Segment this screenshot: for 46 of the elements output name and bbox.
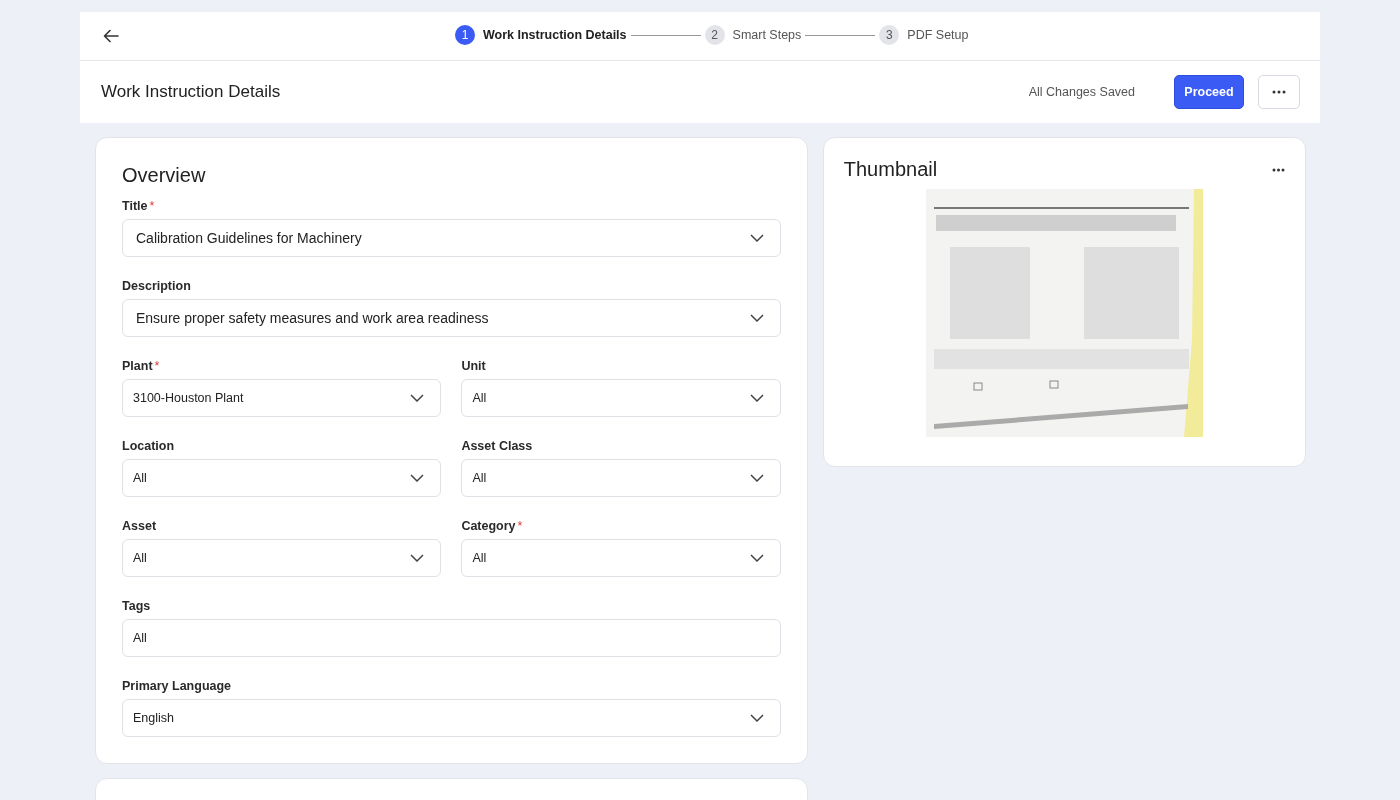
select-field[interactable]: English [122, 699, 781, 737]
back-arrow-icon[interactable] [102, 27, 120, 45]
more-options-icon[interactable] [1272, 167, 1285, 172]
select-field[interactable]: Calibration Guidelines for Machinery [122, 219, 781, 257]
chevron-down-icon [410, 554, 425, 562]
select-field[interactable]: Ensure proper safety measures and work area readiness [122, 299, 781, 337]
more-icon [1272, 90, 1286, 94]
step-number[interactable]: 1 [455, 25, 475, 45]
proceed-button[interactable]: Proceed [1174, 75, 1244, 109]
chevron-down-icon [749, 554, 764, 562]
field-label: Unit [461, 359, 486, 373]
required-mark: * [154, 359, 160, 373]
field-label: Plant [122, 359, 153, 373]
select-field[interactable]: All [461, 379, 781, 417]
select-field[interactable]: All [122, 459, 442, 497]
chevron-down-icon [410, 474, 425, 482]
save-status: All Changes Saved [1028, 85, 1135, 99]
thumbnail-title: Thumbnail [843, 158, 938, 181]
field-label: Asset [122, 519, 157, 533]
chevron-down-icon [749, 394, 764, 402]
required-mark: * [149, 199, 155, 213]
step-label[interactable]: Smart Steps [732, 28, 802, 42]
select-field[interactable]: All [461, 539, 781, 577]
chevron-down-icon [410, 394, 425, 402]
select-field[interactable]: All [122, 539, 442, 577]
field-label: Location [122, 439, 175, 453]
overview-title: Overview [122, 164, 207, 187]
field-label: Title [122, 199, 148, 213]
required-mark: * [517, 519, 523, 533]
field-label: Primary Language [122, 679, 232, 693]
step-number[interactable]: 2 [704, 25, 725, 45]
chevron-down-icon [749, 234, 764, 242]
select-field[interactable]: All [461, 459, 781, 497]
field-label: Tags [122, 599, 151, 613]
field-label: Description [122, 279, 191, 293]
step-label[interactable]: PDF Setup [907, 28, 969, 42]
chevron-down-icon [749, 314, 764, 322]
input-field[interactable]: All [122, 619, 781, 657]
step-number[interactable]: 3 [879, 25, 900, 45]
field-label: Asset Class [461, 439, 533, 453]
select-field[interactable]: 3100-Houston Plant [122, 379, 442, 417]
chevron-down-icon [749, 714, 764, 722]
field-label: Category [461, 519, 516, 533]
page-title: Work Instruction Details [101, 82, 282, 102]
chevron-down-icon [749, 474, 764, 482]
step-label[interactable]: Work Instruction Details [483, 28, 627, 42]
